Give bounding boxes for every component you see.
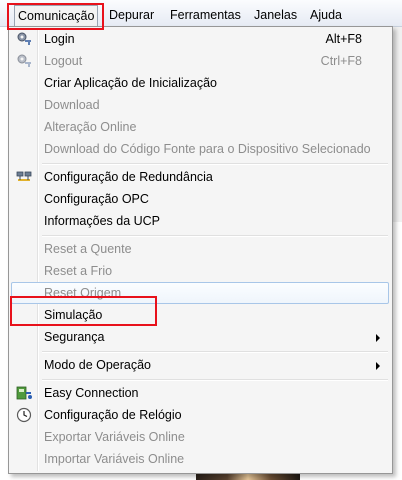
menu-item-label: Criar Aplicação de Inicialização <box>44 76 218 90</box>
easy-connection-icon <box>16 385 32 401</box>
menu-item-criar-aplicacao[interactable]: Criar Aplicação de Inicialização <box>11 72 389 94</box>
menu-item-reset-quente[interactable]: Reset a Quente <box>11 238 389 260</box>
menu-item-label: Logout <box>44 54 83 68</box>
gear-key-icon <box>16 53 32 69</box>
menu-item-seguranca[interactable]: Segurança <box>11 326 389 348</box>
menu-item-label: Configuração de Relógio <box>44 408 182 422</box>
redundancy-icon <box>16 169 32 185</box>
menu-item-label: Reset Origem <box>44 286 122 300</box>
menu-item-login[interactable]: Login Alt+F8 <box>11 28 389 50</box>
menu-item-label: Configuração OPC <box>44 192 149 206</box>
menu-janelas[interactable]: Janelas <box>251 6 300 24</box>
menu-item-simulacao[interactable]: Simulação <box>11 304 389 326</box>
menu-item-informacoes-ucp[interactable]: Informações da UCP <box>11 210 389 232</box>
menu-item-configuracao-redundancia[interactable]: Configuração de Redundância <box>11 166 389 188</box>
menu-item-modo-operacao[interactable]: Modo de Operação <box>11 354 389 376</box>
menu-item-shortcut: Ctrl+F8 <box>320 54 362 68</box>
menubar: Comunicação Depurar Ferramentas Janelas … <box>0 0 402 27</box>
menu-item-easy-connection[interactable]: Easy Connection <box>11 382 389 404</box>
menu-item-reset-origem[interactable]: Reset Origem <box>11 282 389 304</box>
menu-item-shortcut: Alt+F8 <box>325 32 362 46</box>
menu-separator <box>42 379 388 381</box>
menu-item-label: Alteração Online <box>44 120 137 134</box>
menu-item-label: Exportar Variáveis Online <box>44 430 185 444</box>
menu-item-download-codigo-fonte[interactable]: Download do Código Fonte para o Disposit… <box>11 138 389 160</box>
menu-item-label: Importar Variáveis Online <box>44 452 185 466</box>
menu-item-label: Download <box>44 98 100 112</box>
menu-item-configuracao-opc[interactable]: Configuração OPC <box>11 188 389 210</box>
gear-key-icon <box>16 31 32 47</box>
menu-item-alteracao-online[interactable]: Alteração Online <box>11 116 389 138</box>
menu-item-label: Reset a Frio <box>44 264 113 278</box>
menu-item-label: Configuração de Redundância <box>44 170 213 184</box>
menu-item-configuracao-relogio[interactable]: Configuração de Relógio <box>11 404 389 426</box>
menu-item-download[interactable]: Download <box>11 94 389 116</box>
submenu-arrow-icon <box>376 362 380 370</box>
menu-ferramentas[interactable]: Ferramentas <box>167 6 244 24</box>
comunicacao-dropdown: Login Alt+F8 Logout Ctrl+F8 Criar Aplica… <box>8 26 393 474</box>
menu-separator <box>42 351 388 353</box>
menu-item-logout[interactable]: Logout Ctrl+F8 <box>11 50 389 72</box>
menu-item-label: Download do Código Fonte para o Disposit… <box>44 142 371 156</box>
submenu-arrow-icon <box>376 334 380 342</box>
menu-item-importar-variaveis[interactable]: Importar Variáveis Online <box>11 448 389 470</box>
menu-item-label: Easy Connection <box>44 386 139 400</box>
menu-comunicacao[interactable]: Comunicação <box>14 5 99 27</box>
clock-icon <box>16 407 32 423</box>
menu-item-label: Login <box>44 32 75 46</box>
menu-ajuda[interactable]: Ajuda <box>307 6 345 24</box>
menu-depurar[interactable]: Depurar <box>106 6 157 24</box>
menu-separator <box>42 235 388 237</box>
menu-item-exportar-variaveis[interactable]: Exportar Variáveis Online <box>11 426 389 448</box>
menu-separator <box>42 163 388 165</box>
menu-item-reset-frio[interactable]: Reset a Frio <box>11 260 389 282</box>
menu-item-label: Reset a Quente <box>44 242 132 256</box>
menu-item-label: Modo de Operação <box>44 358 152 372</box>
menu-item-label: Informações da UCP <box>44 214 161 228</box>
menu-item-label: Segurança <box>44 330 105 344</box>
menu-item-label: Simulação <box>44 308 103 322</box>
